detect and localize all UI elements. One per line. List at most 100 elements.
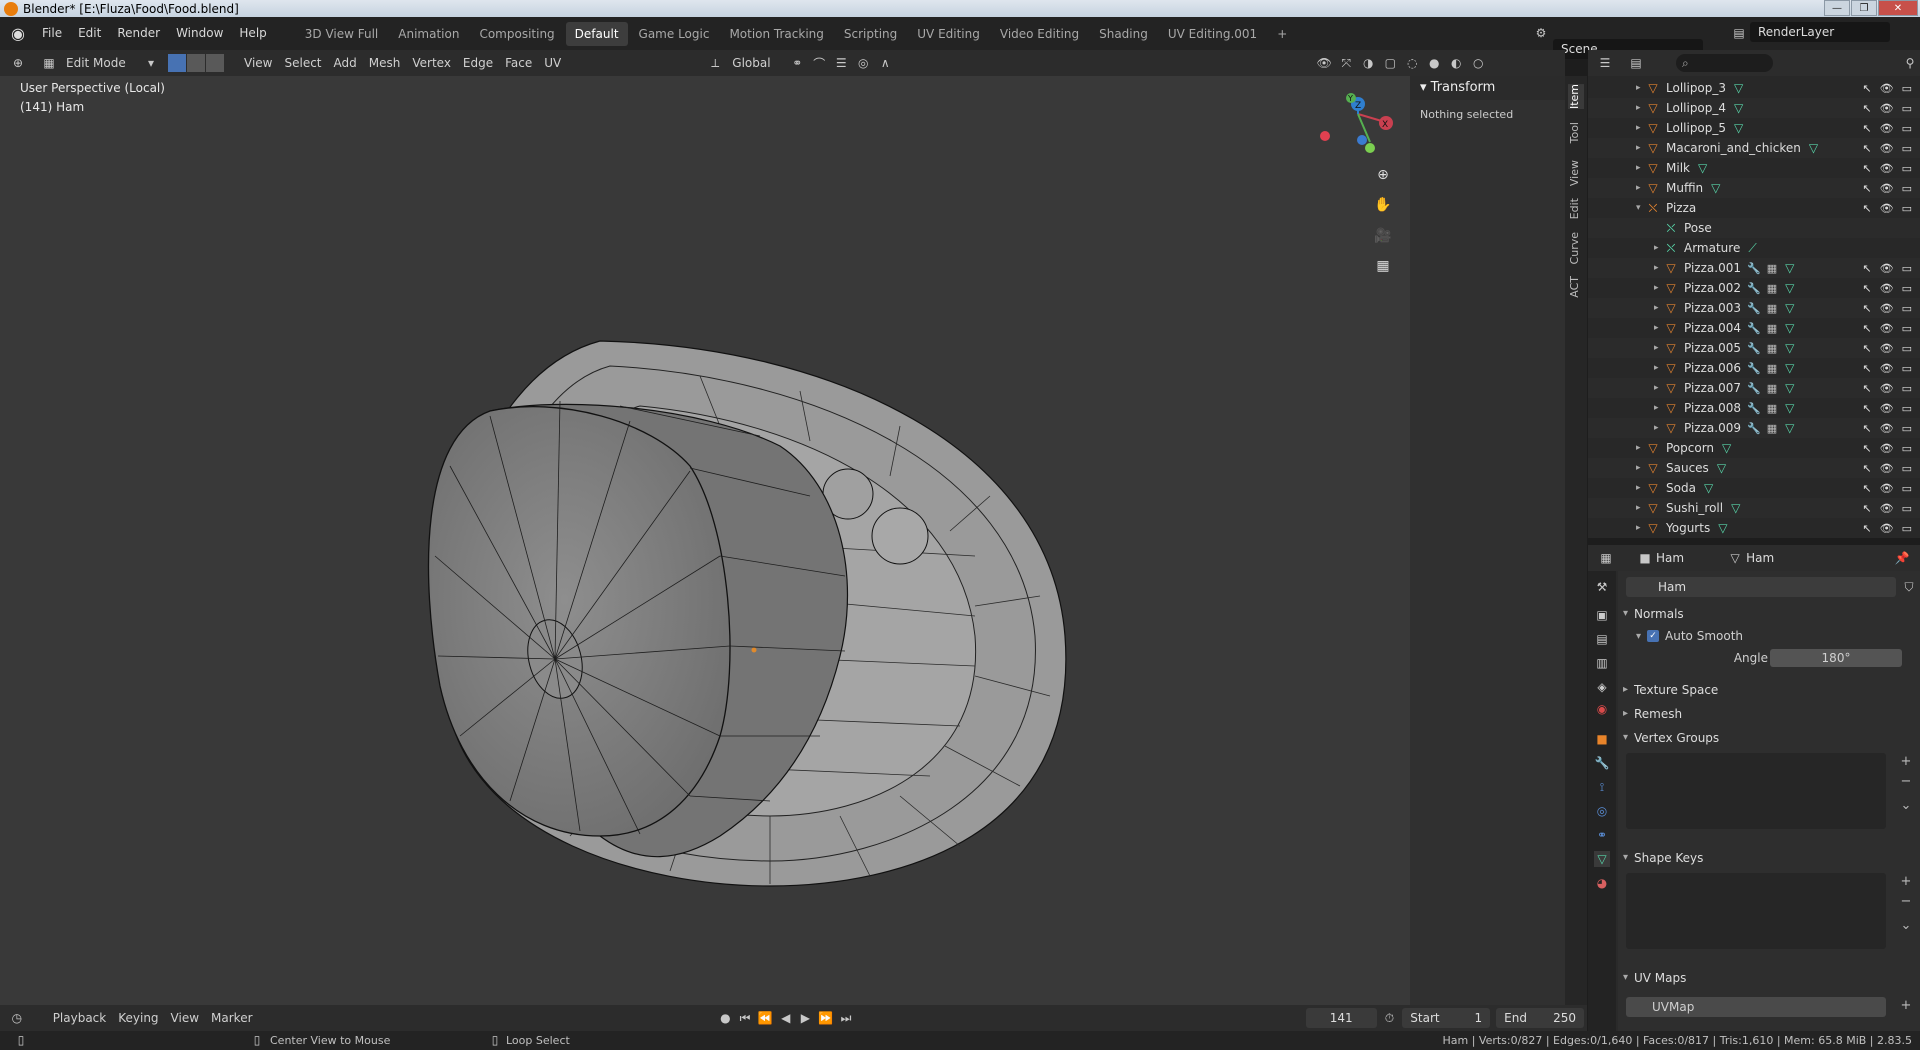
- expand-toggle-icon[interactable]: ▸: [1636, 163, 1646, 173]
- select-toggle-icon[interactable]: ↖: [1862, 82, 1871, 95]
- outliner-row[interactable]: ▸ ▽ Yogurts ▽ ↖ 👁 ▭: [1588, 518, 1920, 538]
- vertex-select-toggle[interactable]: [168, 54, 186, 72]
- navigation-gizmo[interactable]: X Z Y: [1320, 84, 1400, 164]
- modifier-icon[interactable]: 🔧: [1747, 362, 1761, 375]
- minimize-button[interactable]: —: [1824, 0, 1850, 16]
- expand-toggle-icon[interactable]: ▸: [1654, 323, 1664, 333]
- particles-tab-icon[interactable]: ⟟: [1594, 779, 1610, 795]
- eye-icon[interactable]: 👁: [1880, 482, 1894, 495]
- modifier-icon[interactable]: 🔧: [1747, 422, 1761, 435]
- select-toggle-icon[interactable]: ↖: [1862, 142, 1871, 155]
- mesh-data-icon[interactable]: ▽: [1785, 301, 1794, 315]
- menu-face[interactable]: Face: [499, 53, 538, 73]
- outliner-row[interactable]: ▸ ▽ Lollipop_4 ▽ ↖ 👁 ▭: [1588, 98, 1920, 118]
- uvmap-item[interactable]: UVMap: [1626, 997, 1886, 1017]
- eye-icon[interactable]: 👁: [1880, 422, 1894, 435]
- modifier-icon[interactable]: 🔧: [1747, 282, 1761, 295]
- select-toggle-icon[interactable]: ↖: [1862, 402, 1871, 415]
- blender-menu-icon[interactable]: ◉: [8, 24, 28, 44]
- eye-icon[interactable]: 👁: [1880, 322, 1894, 335]
- rendered-shading-icon[interactable]: ○: [1470, 55, 1486, 71]
- expand-toggle-icon[interactable]: ▸: [1636, 83, 1646, 93]
- camera-view-icon[interactable]: 🎥: [1371, 224, 1395, 248]
- eye-icon[interactable]: 👁: [1880, 462, 1894, 475]
- wireframe-shading-icon[interactable]: ◌: [1404, 55, 1420, 71]
- menu-mesh[interactable]: Mesh: [363, 53, 407, 73]
- render-toggle-icon[interactable]: ▭: [1902, 482, 1912, 495]
- tab-scripting[interactable]: Scripting: [835, 22, 906, 46]
- mesh-data-icon[interactable]: ▽: [1711, 181, 1720, 195]
- tab-item[interactable]: Item: [1568, 84, 1584, 110]
- select-toggle-icon[interactable]: ↖: [1862, 302, 1871, 315]
- eye-icon[interactable]: 👁: [1880, 122, 1894, 135]
- eye-icon[interactable]: 👁: [1880, 362, 1894, 375]
- render-toggle-icon[interactable]: ▭: [1902, 422, 1912, 435]
- vertex-group-menu-icon[interactable]: ⌄: [1898, 797, 1914, 813]
- tab-game-logic[interactable]: Game Logic: [630, 22, 719, 46]
- render-toggle-icon[interactable]: ▭: [1902, 402, 1912, 415]
- select-toggle-icon[interactable]: ↖: [1862, 422, 1871, 435]
- start-frame-field[interactable]: Start 1: [1402, 1008, 1491, 1028]
- world-tab-icon[interactable]: ◉: [1594, 701, 1610, 717]
- select-toggle-icon[interactable]: ↖: [1862, 122, 1871, 135]
- vertex-groups-icon[interactable]: ▦: [1767, 262, 1777, 275]
- menu-edit[interactable]: Edit: [70, 17, 109, 50]
- expand-toggle-icon[interactable]: ▸: [1654, 343, 1664, 353]
- expand-toggle-icon[interactable]: ▸: [1636, 523, 1646, 533]
- menu-add[interactable]: Add: [328, 53, 363, 73]
- material-shading-icon[interactable]: ◐: [1448, 55, 1464, 71]
- tab-default[interactable]: Default: [565, 21, 628, 46]
- eye-icon[interactable]: 👁: [1880, 342, 1894, 355]
- expand-toggle-icon[interactable]: ▸: [1636, 463, 1646, 473]
- mode-selector[interactable]: Edit Mode: [60, 53, 140, 73]
- add-workspace-button[interactable]: +: [1268, 22, 1296, 46]
- mesh-data-tab-icon[interactable]: ▽: [1594, 851, 1610, 867]
- outliner-row[interactable]: ▸ ▽ Pizza.008 🔧 ▦ ▽ ↖ 👁 ▭: [1588, 398, 1920, 418]
- vertex-groups-icon[interactable]: ▦: [1767, 422, 1777, 435]
- gizmo-toggle-icon[interactable]: ⤧: [1338, 55, 1354, 71]
- outliner-row[interactable]: ▾ ⛌ Pizza ↖ 👁 ▭: [1588, 198, 1920, 218]
- tab-3d-view-full[interactable]: 3D View Full: [296, 22, 388, 46]
- scene-tab-icon[interactable]: ◈: [1594, 679, 1610, 695]
- mesh-data-icon[interactable]: ▽: [1785, 341, 1794, 355]
- eye-icon[interactable]: 👁: [1880, 262, 1894, 275]
- eye-icon[interactable]: 👁: [1880, 182, 1894, 195]
- mesh-data-icon[interactable]: ▽: [1785, 381, 1794, 395]
- menu-render[interactable]: Render: [109, 17, 168, 50]
- visibility-icon[interactable]: 👁: [1316, 55, 1332, 71]
- select-toggle-icon[interactable]: ↖: [1862, 482, 1871, 495]
- mesh-data-icon[interactable]: ▽: [1734, 81, 1743, 95]
- vertex-groups-icon[interactable]: ▦: [1767, 322, 1777, 335]
- modifier-icon[interactable]: 🔧: [1747, 302, 1761, 315]
- eye-icon[interactable]: 👁: [1880, 402, 1894, 415]
- eye-icon[interactable]: 👁: [1880, 442, 1894, 455]
- xray-icon[interactable]: ▢: [1382, 55, 1398, 71]
- play-reverse-icon[interactable]: ◀: [779, 1010, 793, 1026]
- eye-icon[interactable]: 👁: [1880, 202, 1894, 215]
- pin-icon[interactable]: 📌: [1894, 550, 1910, 566]
- overlays-icon[interactable]: ◑: [1360, 55, 1376, 71]
- render-toggle-icon[interactable]: ▭: [1902, 382, 1912, 395]
- expand-toggle-icon[interactable]: ▸: [1636, 123, 1646, 133]
- expand-toggle-icon[interactable]: ▸: [1636, 443, 1646, 453]
- render-toggle-icon[interactable]: ▭: [1902, 82, 1912, 95]
- mesh-data-icon[interactable]: ▽: [1785, 361, 1794, 375]
- outliner-row[interactable]: ▸ ▽ Muffin ▽ ↖ 👁 ▭: [1588, 178, 1920, 198]
- ortho-toggle-icon[interactable]: ▦: [1371, 254, 1395, 278]
- outliner-row[interactable]: ▸ ▽ Sushi_roll ▽ ↖ 👁 ▭: [1588, 498, 1920, 518]
- record-icon[interactable]: ●: [719, 1010, 733, 1026]
- tab-act[interactable]: ACT: [1568, 276, 1584, 298]
- remove-vertex-group-button[interactable]: −: [1898, 773, 1914, 789]
- play-icon[interactable]: ▶: [799, 1010, 813, 1026]
- remesh-section[interactable]: Remesh: [1618, 703, 1920, 725]
- select-toggle-icon[interactable]: ↖: [1862, 382, 1871, 395]
- modifier-icon[interactable]: 🔧: [1747, 262, 1761, 275]
- tab-view[interactable]: View: [1568, 160, 1584, 186]
- eye-icon[interactable]: 👁: [1880, 502, 1894, 515]
- tab-animation[interactable]: Animation: [389, 22, 468, 46]
- menu-keying[interactable]: Keying: [112, 1008, 164, 1028]
- zoom-icon[interactable]: ⊕: [1371, 163, 1395, 187]
- render-toggle-icon[interactable]: ▭: [1902, 362, 1912, 375]
- outliner-row[interactable]: ▸ ▽ Pizza.002 🔧 ▦ ▽ ↖ 👁 ▭: [1588, 278, 1920, 298]
- select-toggle-icon[interactable]: ↖: [1862, 182, 1871, 195]
